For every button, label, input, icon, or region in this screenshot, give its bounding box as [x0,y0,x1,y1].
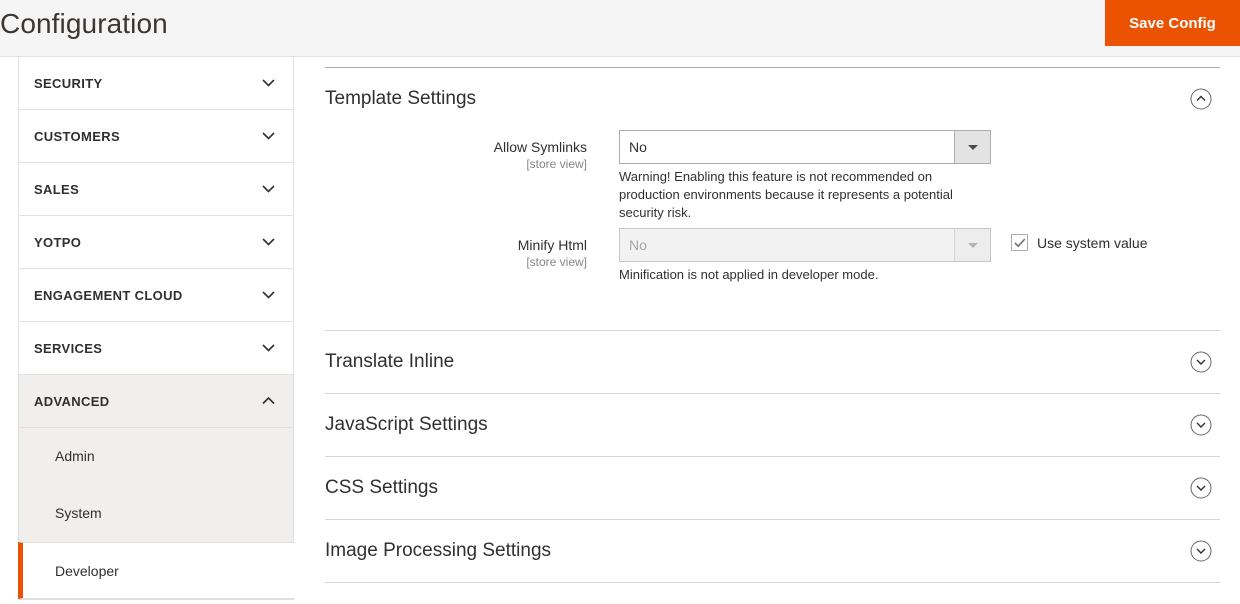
sidebar-item-label: ENGAGEMENT CLOUD [34,288,183,303]
section-title: Translate Inline [325,351,455,372]
sidebar-item-sales[interactable]: SALES [19,163,293,216]
section-title: Image Processing Settings [325,540,552,561]
section-title: Template Settings [325,88,477,109]
sidebar-item-admin[interactable]: Admin [19,428,293,485]
section-javascript-settings: JavaScript Settings [325,394,1220,457]
sidebar-item-label: Admin [55,448,95,464]
circle-chevron-down-icon[interactable] [1190,540,1212,562]
section-header-image-processing-settings[interactable]: Image Processing Settings [325,520,1220,582]
sidebar-item-label: SALES [34,182,80,197]
select-value: No [629,139,647,155]
checkbox-checked-icon[interactable] [1011,234,1028,251]
field-control: No [619,130,991,164]
page-header: Configuration Save Config [0,0,1240,57]
sidebar-item-services[interactable]: SERVICES [19,322,293,375]
field-note: Minification is not applied in developer… [619,267,879,282]
sidebar-item-system[interactable]: System [19,485,293,542]
section-image-processing-settings: Image Processing Settings [325,520,1220,583]
configuration-content: Template Settings Allow Symlinks [store … [325,57,1220,583]
sidebar-item-label: SERVICES [34,341,103,356]
circle-chevron-down-icon[interactable] [1190,477,1212,499]
chevron-down-icon [262,132,275,140]
section-template-settings: Template Settings Allow Symlinks [store … [325,68,1220,331]
circle-chevron-down-icon[interactable] [1190,351,1212,373]
section-translate-inline: Translate Inline [325,331,1220,394]
advanced-subnav: Admin System Developer [18,428,295,600]
sidebar-item-developer[interactable]: Developer [18,542,295,599]
chevron-down-icon [262,291,275,299]
sidebar-item-label: Developer [55,563,119,579]
section-body-template-settings: Allow Symlinks [store view] No Warning! … [325,130,1220,330]
chevron-down-icon [262,185,275,193]
field-minify-html: Minify Html [store view] No Use system v… [325,228,1220,296]
sidebar-item-customers[interactable]: CUSTOMERS [19,110,293,163]
sidebar-item-advanced[interactable]: ADVANCED [19,375,293,428]
section-title: JavaScript Settings [325,414,488,435]
sidebar-item-engagement-cloud[interactable]: ENGAGEMENT CLOUD [19,269,293,322]
configuration-page: Configuration Save Config SECURITY CUSTO… [0,0,1240,604]
field-scope: [store view] [526,157,587,171]
sidebar-item-security[interactable]: SECURITY [19,57,293,110]
circle-chevron-up-icon[interactable] [1190,88,1212,110]
select-value: No [629,237,647,253]
section-css-settings: CSS Settings [325,457,1220,520]
allow-symlinks-select[interactable]: No [619,130,991,164]
configuration-sidebar: SECURITY CUSTOMERS SALES YOTPO ENGAGEMEN [18,57,295,600]
minify-html-select: No [619,228,991,262]
sidebar-item-yotpo[interactable]: YOTPO [19,216,293,269]
sidebar-item-label: YOTPO [34,235,82,250]
save-config-button[interactable]: Save Config [1105,0,1240,46]
section-header-javascript-settings[interactable]: JavaScript Settings [325,394,1220,456]
field-label: Allow Symlinks [493,139,587,155]
section-header-translate-inline[interactable]: Translate Inline [325,331,1220,393]
field-note: Warning! Enabling this feature is not re… [619,169,953,220]
field-label-wrap: Allow Symlinks [store view] [325,130,603,171]
use-system-value-checkbox-row[interactable]: Use system value [1011,234,1147,251]
section-header-css-settings[interactable]: CSS Settings [325,457,1220,519]
circle-chevron-down-icon[interactable] [1190,414,1212,436]
chevron-down-icon[interactable] [954,131,990,163]
section-header-template-settings[interactable]: Template Settings [325,68,1220,130]
chevron-down-icon [262,344,275,352]
sidebar-item-label: CUSTOMERS [34,129,120,144]
chevron-down-icon [262,79,275,87]
section-title: CSS Settings [325,477,438,498]
chevron-down-icon [954,229,990,261]
chevron-down-icon [262,238,275,246]
chevron-up-icon [262,397,275,405]
field-label-wrap: Minify Html [store view] [325,228,603,269]
sidebar-item-label: SECURITY [34,76,103,91]
field-scope: [store view] [526,255,587,269]
use-system-value-label: Use system value [1037,234,1148,251]
field-label: Minify Html [517,237,587,253]
page-title: Configuration [0,8,168,39]
sidebar-item-label: ADVANCED [34,394,110,409]
field-control: No [619,228,991,262]
field-allow-symlinks: Allow Symlinks [store view] No Warning! … [325,130,1220,220]
sidebar-item-label: System [55,505,102,521]
